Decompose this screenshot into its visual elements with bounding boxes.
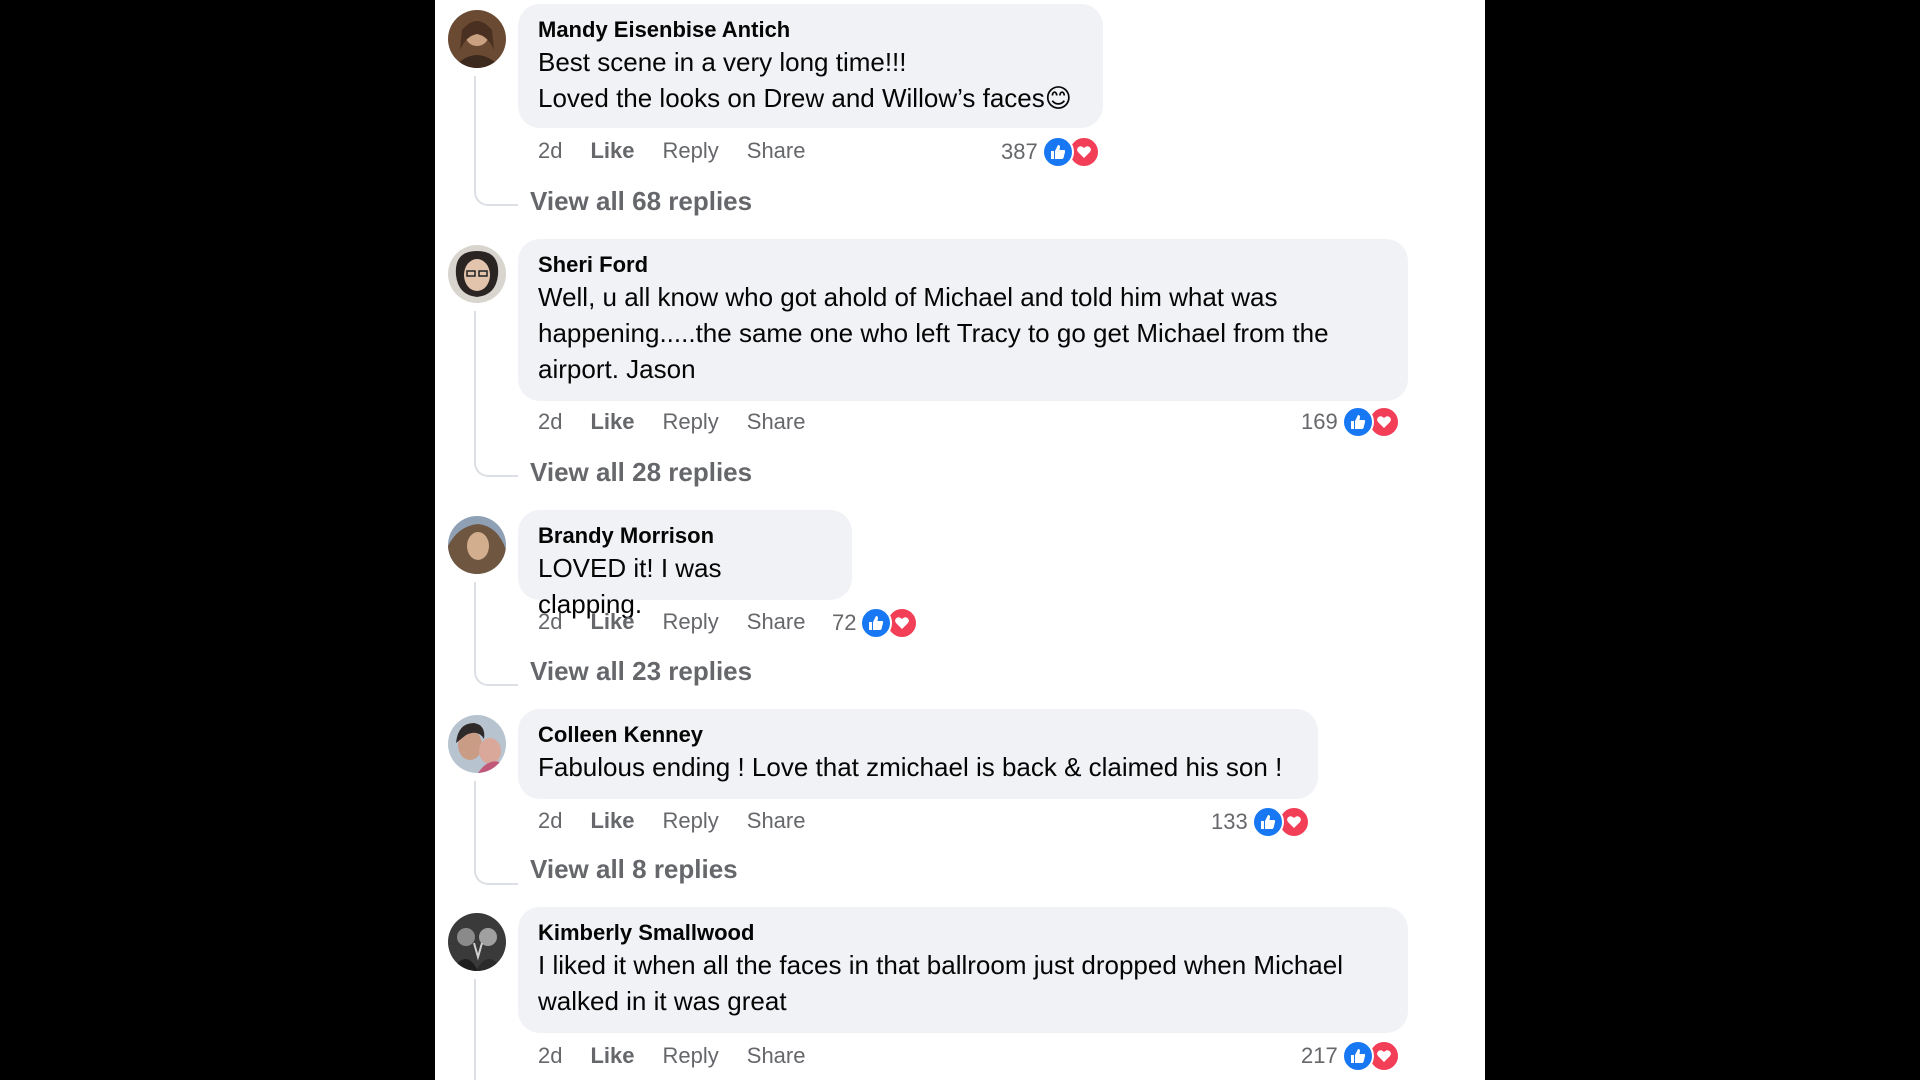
- reactions-summary[interactable]: 217: [1301, 1039, 1400, 1073]
- reply-button[interactable]: Reply: [663, 1043, 719, 1069]
- comment-actions: 2d Like Reply Share: [538, 136, 805, 166]
- avatar[interactable]: [448, 516, 506, 574]
- thread-line: [474, 311, 518, 477]
- comment-text-line: walked in it was great: [538, 986, 787, 1016]
- comment-text-line: happening.....the same one who left Trac…: [538, 318, 1329, 348]
- comment-actions: 2d Like Reply Share: [538, 806, 805, 836]
- thread-line: [474, 979, 518, 1080]
- reaction-count: 133: [1211, 809, 1248, 834]
- comment-actions: 2d Like Reply Share: [538, 407, 805, 437]
- reactions-summary[interactable]: 169: [1301, 405, 1400, 439]
- thumbs-up-icon: [1341, 1040, 1374, 1072]
- view-replies-link[interactable]: View all 28 replies: [530, 457, 752, 488]
- comment-time[interactable]: 2d: [538, 138, 562, 164]
- reactions-summary[interactable]: 72: [832, 606, 919, 640]
- avatar[interactable]: [448, 245, 506, 303]
- thread-line: [474, 582, 518, 686]
- comment-text-line: Loved the looks on Drew and Willow’s fac…: [538, 83, 1072, 113]
- comment-author[interactable]: Brandy Morrison: [538, 522, 832, 550]
- comment-author[interactable]: Colleen Kenney: [538, 721, 1298, 749]
- reaction-count: 387: [1001, 139, 1038, 164]
- comment-text-line: airport. Jason: [538, 354, 696, 384]
- like-button[interactable]: Like: [590, 808, 634, 834]
- share-button[interactable]: Share: [747, 808, 806, 834]
- share-button[interactable]: Share: [747, 609, 806, 635]
- thumbs-up-icon: [1251, 806, 1284, 838]
- thumbs-up-icon: [1341, 406, 1374, 438]
- reaction-count: 72: [832, 610, 857, 635]
- comment-time[interactable]: 2d: [538, 609, 562, 635]
- thumbs-up-icon: [860, 607, 893, 639]
- comment-actions: 2d Like Reply Share: [538, 1041, 805, 1071]
- avatar[interactable]: [448, 913, 506, 971]
- like-button[interactable]: Like: [590, 409, 634, 435]
- share-button[interactable]: Share: [747, 409, 806, 435]
- comment-bubble: Colleen Kenney Fabulous ending ! Love th…: [518, 709, 1318, 799]
- reaction-count: 217: [1301, 1043, 1338, 1068]
- comments-panel: Mandy Eisenbise Antich Best scene in a v…: [435, 0, 1485, 1080]
- comment-text-line: Well, u all know who got ahold of Michae…: [538, 282, 1278, 312]
- reactions-summary[interactable]: 133: [1211, 805, 1310, 839]
- share-button[interactable]: Share: [747, 1043, 806, 1069]
- reply-button[interactable]: Reply: [663, 138, 719, 164]
- comment-text-line: Best scene in a very long time!!!: [538, 47, 907, 77]
- thread-line: [474, 781, 518, 885]
- share-button[interactable]: Share: [747, 138, 806, 164]
- comment-time[interactable]: 2d: [538, 409, 562, 435]
- avatar[interactable]: [448, 10, 506, 68]
- thumbs-up-icon: [1041, 136, 1074, 168]
- comment-bubble: Brandy Morrison LOVED it! I was clapping…: [518, 510, 852, 619]
- view-replies-link[interactable]: View all 23 replies: [530, 656, 752, 687]
- comment-text-line: Fabulous ending ! Love that zmichael is …: [538, 752, 1283, 782]
- reply-button[interactable]: Reply: [663, 409, 719, 435]
- like-button[interactable]: Like: [590, 609, 634, 635]
- reply-button[interactable]: Reply: [663, 609, 719, 635]
- comment-text-line: I liked it when all the faces in that ba…: [538, 950, 1343, 980]
- avatar[interactable]: [448, 715, 506, 773]
- comment-author[interactable]: Sheri Ford: [538, 251, 1388, 279]
- view-replies-link[interactable]: View all 68 replies: [530, 186, 752, 217]
- reaction-count: 169: [1301, 409, 1338, 434]
- comment-author[interactable]: Kimberly Smallwood: [538, 919, 1388, 947]
- view-replies-link[interactable]: View all 8 replies: [530, 854, 738, 885]
- comment-author[interactable]: Mandy Eisenbise Antich: [538, 16, 1083, 44]
- comment-bubble: Sheri Ford Well, u all know who got ahol…: [518, 239, 1408, 401]
- comment-bubble: Mandy Eisenbise Antich Best scene in a v…: [518, 4, 1103, 128]
- like-button[interactable]: Like: [590, 138, 634, 164]
- comment-time[interactable]: 2d: [538, 1043, 562, 1069]
- comment-actions: 2d Like Reply Share: [538, 607, 805, 637]
- reply-button[interactable]: Reply: [663, 808, 719, 834]
- comment-time[interactable]: 2d: [538, 808, 562, 834]
- thread-line: [474, 76, 518, 206]
- like-button[interactable]: Like: [590, 1043, 634, 1069]
- reactions-summary[interactable]: 387: [1001, 135, 1100, 169]
- comment-bubble: Kimberly Smallwood I liked it when all t…: [518, 907, 1408, 1033]
